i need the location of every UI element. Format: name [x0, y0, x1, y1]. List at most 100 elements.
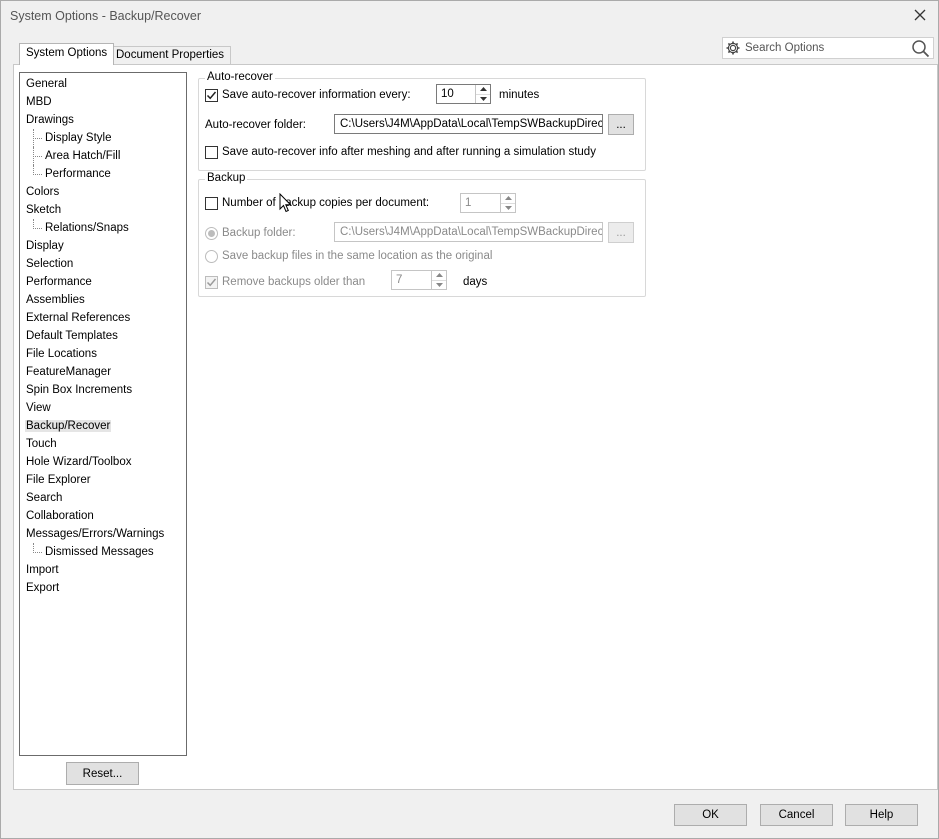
- backup-browse-button[interactable]: ...: [608, 222, 634, 243]
- tree-item[interactable]: File Explorer: [20, 471, 186, 489]
- tree-item[interactable]: Spin Box Increments: [20, 381, 186, 399]
- tree-item[interactable]: FeatureManager: [20, 363, 186, 381]
- tree-item[interactable]: General: [20, 75, 186, 93]
- ok-button-label: OK: [702, 809, 719, 821]
- ok-button[interactable]: OK: [674, 804, 747, 826]
- tree-item-label: File Explorer: [26, 474, 91, 486]
- spin-down-icon[interactable]: [476, 93, 490, 104]
- tree-item-label: Sketch: [26, 204, 62, 216]
- remove-days-value[interactable]: 7: [392, 271, 431, 289]
- browse-label: ...: [616, 226, 626, 239]
- tree-item[interactable]: Default Templates: [20, 327, 186, 345]
- tree-item[interactable]: Performance: [20, 273, 186, 291]
- tree-item[interactable]: External References: [20, 309, 186, 327]
- backup-folder-field[interactable]: C:\Users\J4M\AppData\Local\TempSWBackupD…: [334, 222, 603, 242]
- tree-item-label: View: [26, 402, 51, 414]
- backup-copies-stepper[interactable]: 1: [460, 193, 516, 213]
- tree-item-label: Backup/Recover: [25, 420, 112, 432]
- tree-item-label: FeatureManager: [26, 366, 112, 378]
- tree-item[interactable]: Display Style: [20, 129, 186, 147]
- spin-down-icon[interactable]: [501, 202, 515, 213]
- tree-item-label: File Locations: [26, 348, 97, 360]
- options-tree[interactable]: General MBD Drawings Display Style Area Hatc…: [19, 72, 187, 756]
- checkmark-icon: [206, 91, 217, 99]
- autorecover-browse-button[interactable]: ...: [608, 114, 634, 135]
- tree-item-label: External References: [26, 312, 131, 324]
- tree-item[interactable]: Touch: [20, 435, 186, 453]
- days-label: days: [463, 276, 488, 288]
- tree-item-label: Performance: [45, 168, 111, 180]
- tree-item[interactable]: Sketch: [20, 201, 186, 219]
- tree-item[interactable]: Import: [20, 561, 186, 579]
- after-meshing-label: Save auto-recover info after meshing and…: [222, 146, 596, 158]
- autorecover-folder-field[interactable]: C:\Users\J4M\AppData\Local\TempSWBackupD…: [334, 114, 603, 134]
- tree-item-label: Area Hatch/Fill: [45, 150, 121, 162]
- tree-item[interactable]: Relations/Snaps: [20, 219, 186, 237]
- remove-days-stepper[interactable]: 7: [391, 270, 447, 290]
- tree-item[interactable]: Hole Wizard/Toolbox: [20, 453, 186, 471]
- mouse-cursor-icon: [279, 193, 292, 213]
- search-icon[interactable]: [911, 39, 930, 58]
- backup-copies-checkbox[interactable]: [205, 196, 218, 210]
- tab-system-options[interactable]: System Options: [19, 43, 115, 65]
- same-location-row: Save backup files in the same location a…: [205, 248, 492, 264]
- cancel-button[interactable]: Cancel: [760, 804, 833, 826]
- tree-item[interactable]: Search: [20, 489, 186, 507]
- tree-item[interactable]: Backup/Recover: [20, 417, 186, 435]
- interval-value[interactable]: 10: [437, 85, 475, 103]
- search-box: [722, 37, 934, 59]
- backup-legend: Backup: [205, 172, 248, 184]
- after-meshing-checkbox[interactable]: [205, 145, 218, 159]
- search-input[interactable]: [741, 41, 901, 55]
- cancel-button-label: Cancel: [778, 809, 815, 821]
- tree-item[interactable]: Assemblies: [20, 291, 186, 309]
- reset-button[interactable]: Reset...: [66, 762, 139, 785]
- tree-item[interactable]: Collaboration: [20, 507, 186, 525]
- interval-stepper[interactable]: 10: [436, 84, 491, 104]
- spin-down-icon[interactable]: [432, 279, 446, 290]
- tree-item[interactable]: View: [20, 399, 186, 417]
- tree-item-label: Drawings: [26, 114, 74, 126]
- tree-item[interactable]: MBD: [20, 93, 186, 111]
- spin-up-icon[interactable]: [501, 194, 515, 203]
- tree-item[interactable]: Area Hatch/Fill: [20, 147, 186, 165]
- tree-item-label: Selection: [26, 258, 74, 270]
- tree-item-label: Touch: [26, 438, 57, 450]
- remove-backups-row: Remove backups older than: [205, 274, 365, 290]
- tree-item[interactable]: Selection: [20, 255, 186, 273]
- system-options-dialog: System Options - Backup/Recover System O…: [0, 0, 939, 839]
- tree-item-label: Hole Wizard/Toolbox: [26, 456, 132, 468]
- tree-item[interactable]: File Locations: [20, 345, 186, 363]
- tree-item[interactable]: Performance: [20, 165, 186, 183]
- tree-item-label: General: [26, 78, 67, 90]
- close-button[interactable]: [910, 5, 930, 25]
- tree-item-label: Export: [26, 582, 60, 594]
- remove-backups-checkbox[interactable]: [205, 275, 218, 289]
- tree-item-label: MBD: [26, 96, 52, 108]
- tree-item[interactable]: Drawings: [20, 111, 186, 129]
- tab-document-properties[interactable]: Document Properties: [109, 46, 232, 64]
- backup-folder-row: Backup folder:: [205, 225, 296, 241]
- tree-item-label: Spin Box Increments: [26, 384, 133, 396]
- tree-item-label: Display: [26, 240, 64, 252]
- tab-label: Document Properties: [116, 49, 225, 61]
- same-location-radio[interactable]: [205, 249, 218, 263]
- spin-up-icon[interactable]: [476, 85, 490, 94]
- backup-folder-radio[interactable]: [205, 226, 218, 240]
- tree-item[interactable]: Export: [20, 579, 186, 597]
- gear-icon[interactable]: [725, 40, 741, 56]
- spin-up-icon[interactable]: [432, 271, 446, 280]
- save-every-label: Save auto-recover information every:: [222, 89, 411, 101]
- help-button[interactable]: Help: [845, 804, 918, 826]
- tree-item-label: Colors: [26, 186, 60, 198]
- tree-item[interactable]: Messages/Errors/Warnings: [20, 525, 186, 543]
- remove-backups-label: Remove backups older than: [222, 276, 366, 288]
- tree-item[interactable]: Display: [20, 237, 186, 255]
- tree-item-label: Performance: [26, 276, 92, 288]
- tree-item-label: Relations/Snaps: [45, 222, 129, 234]
- tree-item[interactable]: Dismissed Messages: [20, 543, 186, 561]
- backup-copies-value[interactable]: 1: [461, 194, 500, 212]
- save-every-checkbox[interactable]: [205, 88, 218, 102]
- tree-item[interactable]: Colors: [20, 183, 186, 201]
- reset-button-label: Reset...: [82, 767, 123, 780]
